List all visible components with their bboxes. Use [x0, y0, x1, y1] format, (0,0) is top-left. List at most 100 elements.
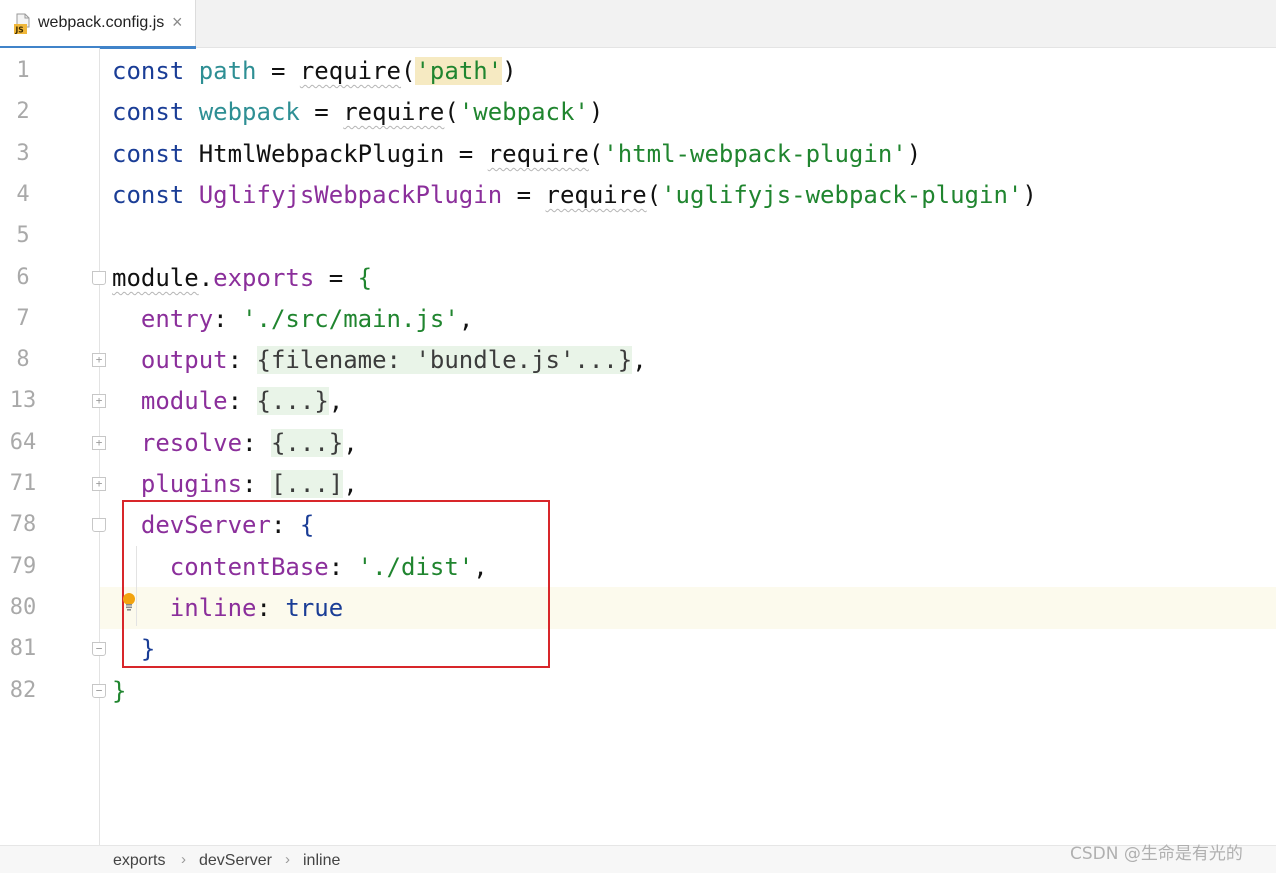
- code-token: :: [242, 470, 271, 498]
- code-token: path: [198, 57, 257, 85]
- fold-collapse-icon[interactable]: [92, 518, 106, 532]
- line-number: 4: [16, 182, 30, 207]
- fold-expand-icon[interactable]: +: [92, 477, 106, 491]
- line-number: 71: [9, 471, 37, 496]
- code-token: (: [588, 140, 604, 168]
- code-line[interactable]: const path = require('path'): [112, 50, 517, 92]
- code-token: ,: [328, 387, 344, 415]
- code-token: const: [112, 57, 185, 85]
- line-number: 2: [16, 99, 30, 124]
- code-token: resolve: [140, 429, 243, 457]
- breadcrumb-separator: ›: [181, 851, 186, 868]
- line-number: 64: [9, 430, 37, 455]
- lightbulb-icon[interactable]: [121, 592, 137, 614]
- code-token: module: [140, 387, 228, 415]
- code-token: exports: [213, 264, 315, 292]
- line-number: 6: [16, 265, 30, 290]
- code-token: 'webpack': [458, 98, 589, 126]
- line-number: 13: [9, 388, 37, 413]
- svg-text:JS: JS: [15, 26, 24, 35]
- code-token: const: [112, 140, 185, 168]
- code-line[interactable]: }: [112, 670, 126, 712]
- fold-collapse-icon[interactable]: −: [92, 642, 106, 656]
- code-token: require: [487, 140, 589, 168]
- breadcrumb-exports[interactable]: exports: [113, 852, 165, 870]
- code-line[interactable]: const webpack = require('webpack'): [112, 91, 603, 133]
- tab-filename: webpack.config.js: [38, 14, 165, 31]
- fold-collapse-icon[interactable]: [92, 271, 106, 285]
- highlight-box: [122, 500, 550, 668]
- code-line[interactable]: entry: './src/main.js',: [112, 298, 473, 340]
- code-line[interactable]: resolve: {...},: [112, 422, 358, 464]
- fold-expand-icon[interactable]: +: [92, 394, 106, 408]
- line-number: 7: [16, 306, 30, 331]
- fold-collapse-icon[interactable]: −: [92, 684, 106, 698]
- code-token: =: [299, 98, 344, 126]
- code-token: require: [545, 181, 647, 209]
- js-file-icon: JS: [14, 13, 30, 35]
- code-token: .: [198, 264, 214, 292]
- close-icon[interactable]: ×: [172, 11, 183, 33]
- code-token: ,: [343, 470, 358, 498]
- code-token: =: [314, 264, 358, 292]
- code-token: :: [227, 346, 257, 374]
- code-token: }: [112, 677, 127, 705]
- code-token: require: [299, 57, 402, 85]
- line-number: 5: [16, 223, 30, 248]
- code-line[interactable]: const HtmlWebpackPlugin = require('html-…: [112, 133, 921, 175]
- code-line[interactable]: output: {filename: 'bundle.js'...},: [112, 339, 647, 381]
- code-token: {: [357, 264, 373, 292]
- code-token: plugins: [140, 470, 243, 498]
- code-token: output: [140, 346, 228, 374]
- code-token: webpack: [198, 98, 300, 126]
- folded-region[interactable]: {...}: [270, 429, 344, 457]
- folded-region[interactable]: {filename: 'bundle.js'...}: [256, 346, 633, 374]
- line-number: 78: [9, 512, 37, 537]
- folded-region[interactable]: {...}: [256, 387, 329, 415]
- code-token: ): [502, 57, 517, 85]
- line-number: 8: [16, 347, 30, 372]
- code-token: entry: [140, 305, 214, 333]
- code-token: ): [906, 140, 922, 168]
- breadcrumb-devserver[interactable]: devServer: [199, 852, 272, 870]
- code-token: (: [444, 98, 459, 126]
- code-token: UglifyjsWebpackPlugin: [198, 181, 503, 209]
- code-line[interactable]: module: {...},: [112, 380, 343, 422]
- code-token: module: [112, 264, 199, 292]
- code-token: :: [227, 387, 257, 415]
- tab-webpack-config[interactable]: JS webpack.config.js ×: [0, 0, 196, 49]
- fold-expand-icon[interactable]: +: [92, 353, 106, 367]
- code-token: './src/main.js': [242, 305, 459, 333]
- code-token: ,: [458, 305, 474, 333]
- code-token: 'path': [415, 57, 503, 85]
- code-token: const: [112, 181, 185, 209]
- code-token: ): [588, 98, 604, 126]
- code-token: =: [502, 181, 546, 209]
- code-token: (: [401, 57, 416, 85]
- code-token: 'uglifyjs-webpack-plugin': [661, 181, 1023, 209]
- line-number: 3: [16, 141, 30, 166]
- code-line[interactable]: plugins: [...],: [112, 463, 358, 505]
- code-token: const: [112, 98, 185, 126]
- code-token: HtmlWebpackPlugin =: [184, 140, 488, 168]
- code-token: ): [1022, 181, 1037, 209]
- code-token: require: [343, 98, 445, 126]
- breadcrumb-inline[interactable]: inline: [303, 852, 340, 870]
- breadcrumb-separator: ›: [285, 851, 290, 868]
- code-line[interactable]: const UglifyjsWebpackPlugin = require('u…: [112, 174, 1037, 216]
- code-token: :: [213, 305, 243, 333]
- editor-tab-bar: JS webpack.config.js ×: [0, 0, 1276, 49]
- fold-expand-icon[interactable]: +: [92, 436, 106, 450]
- line-number: 1: [16, 58, 30, 83]
- code-line[interactable]: module.exports = {: [112, 257, 372, 299]
- code-token: 'html-webpack-plugin': [603, 140, 907, 168]
- folded-region[interactable]: [...]: [270, 470, 344, 498]
